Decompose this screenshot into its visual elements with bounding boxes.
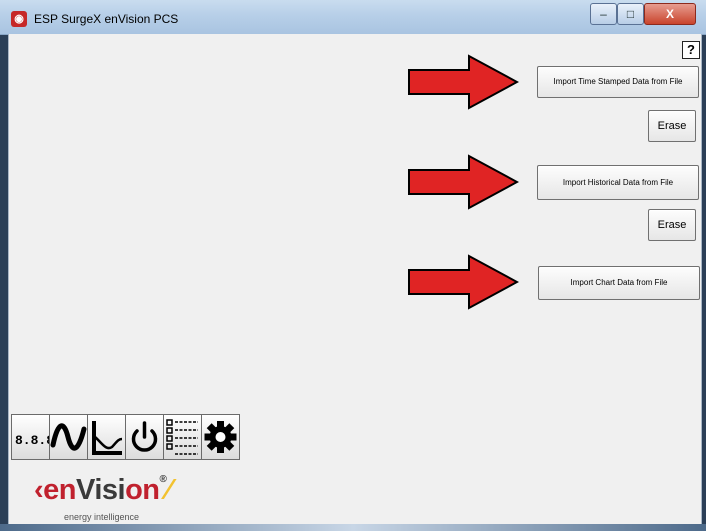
taskbar-edge [0,524,706,531]
settings-button[interactable] [201,414,240,460]
digital-display-button[interactable]: 8.8.8 [11,414,50,460]
erase-time-stamped-button[interactable]: Erase [648,110,696,142]
import-time-stamped-button[interactable]: Import Time Stamped Data from File [537,66,699,98]
red-arrow-icon [408,54,519,110]
close-button[interactable]: X [644,3,696,25]
digital-display-icon: 8.8.8 [15,433,49,448]
import-historical-button[interactable]: Import Historical Data from File [537,165,699,200]
logo-tagline: energy intelligence [64,512,140,522]
app-window: ◉ ESP SurgeX enVision PCS – □ X ? Import… [0,0,706,531]
window-title: ESP SurgeX enVision PCS [34,12,179,26]
envision-logo: ‹enVision®⁄ energy intelligence [22,474,242,526]
event-list-button[interactable] [163,414,202,460]
import-chart-button[interactable]: Import Chart Data from File [538,266,700,300]
title-bar[interactable]: ◉ ESP SurgeX enVision PCS – □ X [0,0,706,35]
red-arrow-icon [408,254,519,310]
maximize-button[interactable]: □ [617,3,644,25]
logo-wordmark: ‹enVision®⁄ [34,474,171,506]
waveform-button[interactable] [49,414,88,460]
minimize-button[interactable]: – [590,3,617,25]
power-icon [131,421,158,452]
help-button[interactable]: ? [682,41,700,59]
trend-chart-button[interactable] [87,414,126,460]
bottom-toolbar: 8.8.8 [11,414,240,462]
event-list-icon [166,419,198,455]
app-icon[interactable]: ◉ [11,11,27,27]
red-arrow-icon [408,154,519,210]
svg-text:8.8.8: 8.8.8 [15,433,49,448]
trend-chart-icon [92,421,123,455]
waveform-icon [50,423,87,451]
power-button[interactable] [125,414,164,460]
erase-historical-button[interactable]: Erase [648,209,696,241]
gear-icon [204,421,237,453]
